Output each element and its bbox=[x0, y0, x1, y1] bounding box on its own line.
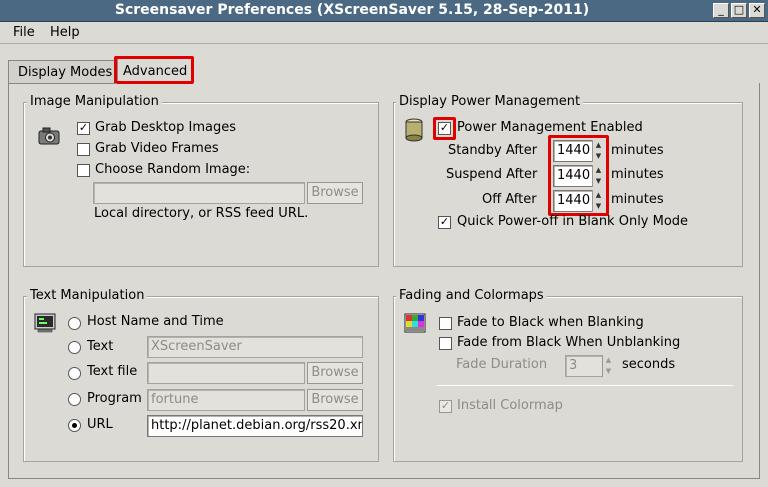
spin-up-icon: ▲ bbox=[605, 356, 612, 364]
url-label: URL bbox=[87, 417, 113, 432]
suspend-label: Suspend After bbox=[446, 167, 538, 182]
fade-from-black-checkbox[interactable] bbox=[439, 337, 452, 350]
image-browse-button[interactable]: Browse bbox=[307, 182, 363, 204]
menu-file[interactable]: File bbox=[13, 25, 35, 40]
url-input[interactable]: http://planet.debian.org/rss20.xml bbox=[147, 415, 363, 437]
grab-desktop-label: Grab Desktop Images bbox=[95, 120, 237, 135]
close-button[interactable]: ✕ bbox=[749, 3, 765, 18]
highlight-power-checkbox bbox=[433, 117, 456, 140]
install-colormap-checkbox[interactable]: ✓ bbox=[439, 399, 452, 413]
off-label: Off After bbox=[482, 192, 537, 207]
fade-duration-value[interactable]: 3 bbox=[565, 355, 603, 377]
fade-from-black-label: Fade from Black When Unblanking bbox=[457, 335, 681, 350]
text-file-browse-button[interactable]: Browse bbox=[307, 362, 363, 384]
tab-underline bbox=[8, 83, 117, 84]
highlight-power-spinners bbox=[548, 135, 609, 216]
text-option-label: Text bbox=[87, 339, 114, 354]
quick-poweroff-checkbox[interactable]: ✓ bbox=[438, 215, 451, 229]
standby-label: Standby After bbox=[448, 143, 538, 158]
grab-video-checkbox[interactable] bbox=[77, 143, 90, 156]
radio-text-file[interactable] bbox=[68, 367, 81, 380]
grab-desktop-checkbox[interactable]: ✓ bbox=[77, 121, 90, 135]
window-title: Screensaver Preferences (XScreenSaver 5.… bbox=[114, 2, 590, 18]
camera-icon bbox=[38, 127, 60, 145]
image-hint: Local directory, or RSS feed URL. bbox=[94, 206, 309, 221]
fading-separator bbox=[437, 385, 733, 386]
suspend-unit: minutes bbox=[611, 167, 664, 182]
choose-random-label: Choose Random Image: bbox=[95, 162, 251, 177]
host-name-label: Host Name and Time bbox=[87, 314, 224, 329]
choose-random-checkbox[interactable] bbox=[77, 164, 90, 177]
program-label: Program bbox=[87, 391, 142, 406]
radio-text[interactable] bbox=[68, 341, 81, 354]
fade-duration-arrows[interactable]: ▲ ▼ bbox=[602, 355, 614, 377]
quick-poweroff-label: Quick Power-off in Blank Only Mode bbox=[457, 214, 689, 229]
fade-to-black-checkbox[interactable] bbox=[439, 317, 452, 330]
fade-to-black-label: Fade to Black when Blanking bbox=[457, 315, 644, 330]
text-file-label: Text file bbox=[87, 364, 138, 379]
maximize-icon: □ bbox=[733, 3, 745, 16]
terminal-icon bbox=[34, 313, 56, 333]
grab-video-label: Grab Video Frames bbox=[95, 141, 219, 156]
menu-help[interactable]: Help bbox=[50, 25, 80, 40]
fade-duration-label: Fade Duration bbox=[456, 357, 548, 372]
tab-display-modes[interactable]: Display Modes bbox=[8, 60, 117, 83]
tab-display-modes-label: Display Modes bbox=[18, 65, 113, 80]
palette-icon bbox=[404, 313, 426, 333]
fading-title: Fading and Colormaps bbox=[396, 288, 547, 303]
display-power-title: Display Power Management bbox=[396, 94, 584, 109]
program-browse-button[interactable]: Browse bbox=[307, 389, 363, 411]
radio-host-name[interactable] bbox=[68, 317, 81, 330]
standby-unit: minutes bbox=[611, 143, 664, 158]
spin-down-icon: ▼ bbox=[605, 367, 612, 375]
install-colormap-label: Install Colormap bbox=[457, 398, 563, 413]
fade-duration-unit: seconds bbox=[622, 357, 676, 372]
random-image-path-input[interactable] bbox=[93, 182, 305, 204]
menu-bar bbox=[0, 22, 768, 44]
image-manipulation-title: Image Manipulation bbox=[27, 94, 162, 109]
radio-url[interactable] bbox=[68, 419, 81, 432]
off-unit: minutes bbox=[611, 192, 664, 207]
close-icon: ✕ bbox=[752, 3, 762, 16]
text-manipulation-title: Text Manipulation bbox=[27, 288, 148, 303]
maximize-button[interactable]: □ bbox=[731, 3, 747, 18]
minimize-button[interactable]: _ bbox=[713, 3, 729, 18]
monitor-power-icon bbox=[404, 118, 424, 142]
minimize-icon: _ bbox=[718, 3, 724, 16]
radio-program[interactable] bbox=[68, 393, 81, 406]
text-file-input[interactable] bbox=[147, 362, 305, 384]
text-input[interactable]: XScreenSaver bbox=[147, 336, 363, 358]
highlight-advanced-tab bbox=[114, 56, 194, 84]
power-management-label: Power Management Enabled bbox=[457, 120, 643, 135]
program-input[interactable]: fortune bbox=[147, 389, 305, 411]
